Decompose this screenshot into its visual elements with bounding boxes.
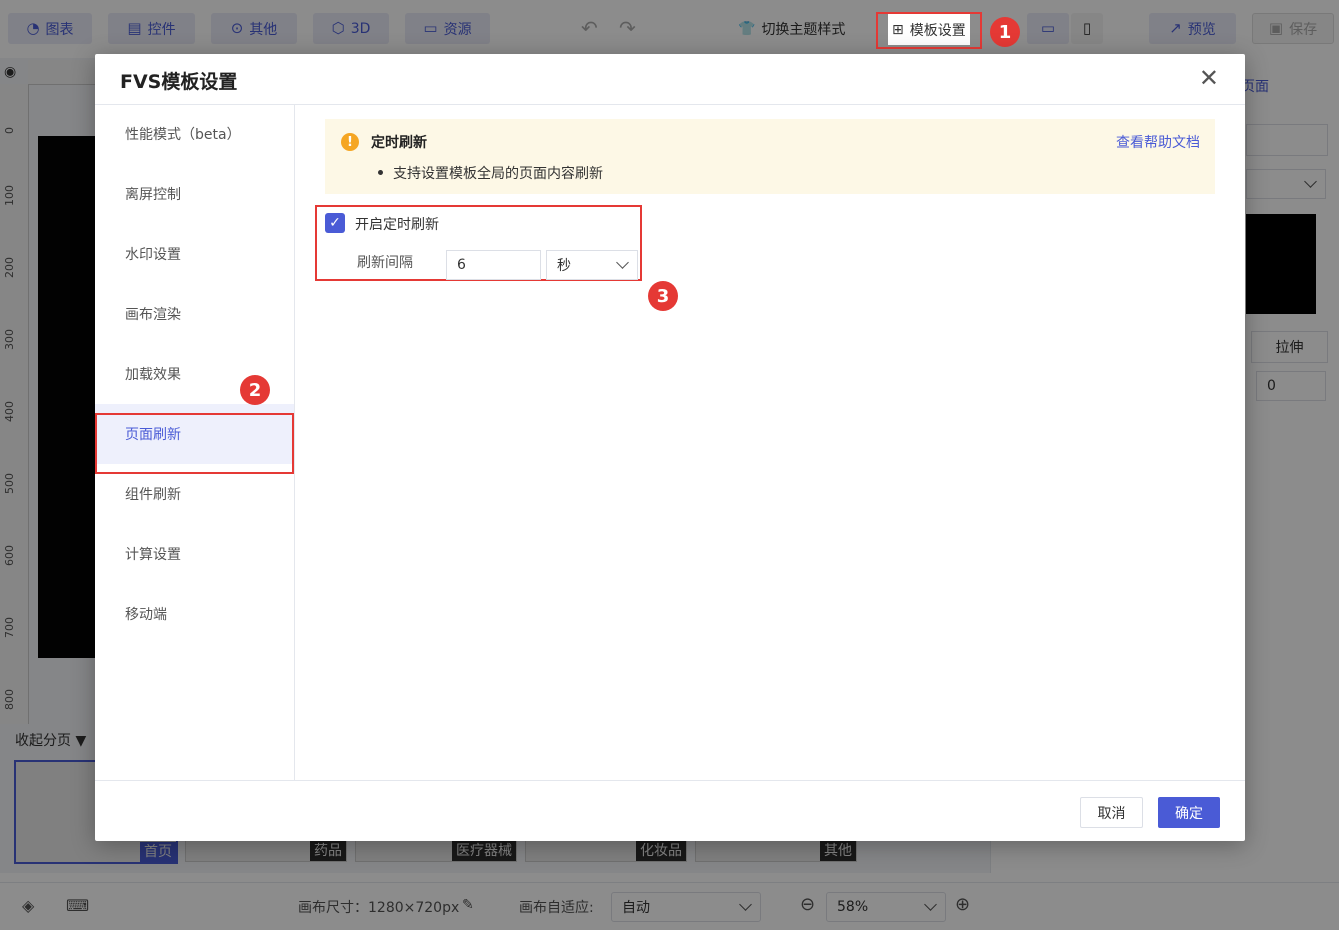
- enable-refresh-checkbox[interactable]: ✓: [325, 213, 345, 233]
- notice-bullet: 支持设置模板全局的页面内容刷新: [378, 163, 603, 183]
- enable-refresh-label: 开启定时刷新: [355, 217, 439, 233]
- dialog-footer: 取消 确定: [95, 780, 1245, 842]
- info-notice: ! 定时刷新 查看帮助文档 支持设置模板全局的页面内容刷新: [325, 119, 1215, 194]
- step-badge-2: 2: [240, 375, 270, 405]
- help-doc-link[interactable]: 查看帮助文档: [1116, 132, 1200, 152]
- template-settings-button-highlighted[interactable]: ⊞ 模板设置: [888, 14, 970, 45]
- interval-label: 刷新间隔: [357, 255, 413, 271]
- dialog-title: FVS模板设置: [120, 71, 238, 93]
- nav-item-offscreen-control[interactable]: 离屏控制: [95, 164, 294, 224]
- highlight-box-page-refresh: [95, 413, 294, 474]
- check-icon: ✓: [329, 215, 341, 231]
- dialog-header: FVS模板设置 ✕: [95, 54, 1245, 105]
- nav-item-performance-mode[interactable]: 性能模式（beta）: [95, 104, 294, 164]
- settings-content: ! 定时刷新 查看帮助文档 支持设置模板全局的页面内容刷新 ✓ 开启定时刷新 刷…: [295, 104, 1245, 780]
- step-badge-1: 1: [990, 17, 1020, 47]
- interval-unit-select[interactable]: 秒: [546, 250, 638, 280]
- notice-title: 定时刷新: [371, 135, 427, 151]
- nav-item-mobile[interactable]: 移动端: [95, 584, 294, 644]
- nav-item-canvas-render[interactable]: 画布渲染: [95, 284, 294, 344]
- chevron-down-icon: [616, 256, 629, 269]
- warning-icon: !: [341, 133, 359, 151]
- confirm-button[interactable]: 确定: [1158, 797, 1220, 828]
- interval-input[interactable]: 6: [446, 250, 541, 280]
- step-badge-3: 3: [648, 281, 678, 311]
- template-settings-dialog: FVS模板设置 ✕ 性能模式（beta） 离屏控制 水印设置 画布渲染 加载效果…: [95, 54, 1245, 841]
- close-icon[interactable]: ✕: [1199, 64, 1219, 92]
- settings-grid-icon: ⊞: [892, 21, 904, 38]
- nav-item-calculation[interactable]: 计算设置: [95, 524, 294, 584]
- cancel-button[interactable]: 取消: [1080, 797, 1143, 828]
- nav-item-watermark[interactable]: 水印设置: [95, 224, 294, 284]
